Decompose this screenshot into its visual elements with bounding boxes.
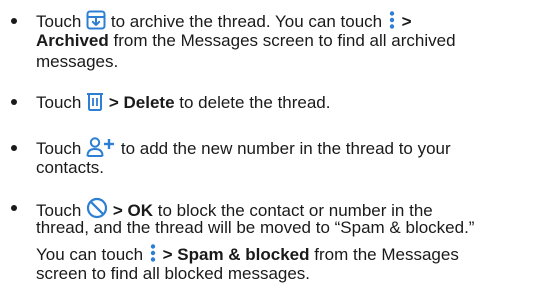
line: Touch > OK to block the contact or numbe…: [36, 197, 433, 220]
text: Touch: [36, 139, 82, 158]
text: from the Messages screen to find all arc…: [113, 31, 456, 50]
trash-icon: [86, 91, 104, 111]
text: screen to find all blocked messages.: [36, 264, 311, 283]
line: screen to find all blocked messages.: [36, 264, 310, 284]
text: messages.: [36, 52, 119, 71]
text: > Spam & blocked: [162, 245, 310, 264]
bullet-dot: [11, 205, 17, 211]
text: to delete the thread.: [179, 93, 331, 112]
bullet-dot: [11, 99, 17, 105]
text: to add the new number in the thread to y…: [120, 139, 451, 158]
more-vert-icon: [148, 243, 158, 263]
text: thread, and the thread will be moved to …: [36, 218, 475, 237]
text: Touch: [36, 12, 82, 31]
more-vert-icon: [387, 10, 397, 30]
line: Archived from the Messages screen to fin…: [36, 31, 456, 51]
text: from the Messages: [314, 245, 459, 264]
line: messages.: [36, 52, 118, 72]
text: >: [401, 12, 412, 31]
archive-icon: [86, 10, 106, 30]
line: Touch to archive the thread. You can tou…: [36, 10, 412, 31]
instruction-list: Touch to archive the thread. You can tou…: [0, 0, 553, 288]
add-person-icon: [86, 137, 116, 157]
text: You can touch: [36, 245, 144, 264]
block-icon: [86, 197, 108, 219]
line: You can touch > Spam & blocked from the …: [36, 243, 459, 264]
bullet-dot: [11, 18, 17, 24]
text: contacts.: [36, 158, 105, 177]
text: > Delete: [108, 93, 175, 112]
line: Touch > Delete to delete the thread.: [36, 91, 331, 112]
text: Touch: [36, 93, 82, 112]
bullet-dot: [11, 145, 17, 151]
line: thread, and the thread will be moved to …: [36, 218, 474, 238]
line: contacts.: [36, 158, 104, 178]
text: to archive the thread. You can touch: [110, 12, 383, 31]
line: Touch to add the new number in the threa…: [36, 137, 451, 158]
text: Archived: [36, 31, 109, 50]
